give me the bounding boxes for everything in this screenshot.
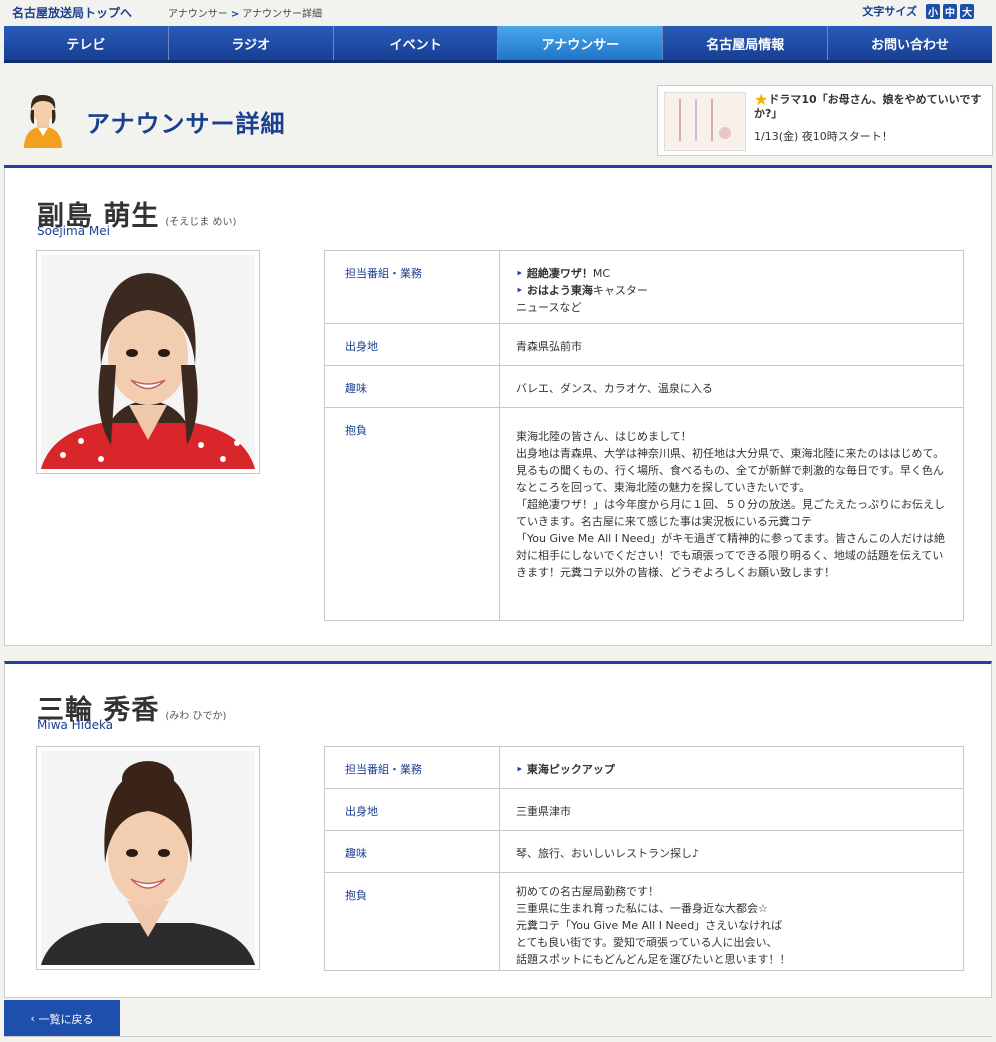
font-size-medium-button[interactable]: 中 [943, 3, 957, 19]
profile-card: 三輪 秀香(みわ ひでか) Miwa Hideka 担当番組・業務 東海ピックア… [4, 661, 992, 998]
hometown-value: 青森県弘前市 [499, 323, 964, 366]
table-row: 出身地 三重県津市 [324, 788, 964, 831]
page-title: アナウンサー詳細 [86, 110, 286, 138]
resolve-label: 抱負 [324, 872, 500, 971]
profile-roman-name: Miwa Hideka [37, 718, 114, 732]
program-title: 超絶凄ワザ！ [516, 267, 593, 280]
hobby-label: 趣味 [324, 830, 500, 873]
program-title: おはよう東海 [516, 284, 593, 297]
programs-label: 担当番組・業務 [324, 250, 500, 324]
back-to-list-label: 一覧に戻る [38, 1012, 94, 1026]
global-nav: テレビ ラジオ イベント アナウンサー 名古屋局情報 お問い合わせ [4, 26, 992, 63]
breadcrumb-separator-icon: > [230, 9, 240, 20]
profile-photo-image [41, 751, 255, 965]
promo-title-wrap: ★ドラマ10「お母さん、娘をやめていいですか?」 [754, 92, 986, 121]
nav-nagoya-info[interactable]: 名古屋局情報 [663, 26, 829, 60]
nav-radio[interactable]: ラジオ [168, 26, 334, 60]
breadcrumb: アナウンサー > アナウンサー詳細 [168, 5, 322, 20]
nav-contact[interactable]: お問い合わせ [828, 26, 992, 60]
program-title: 東海ピックアップ [516, 763, 615, 776]
hometown-label: 出身地 [324, 788, 500, 831]
promo-thumbnail [664, 92, 746, 151]
programs-extra: ニュースなど [516, 301, 582, 314]
program-role: キャスター [592, 284, 648, 297]
profile-photo-image [41, 255, 255, 469]
profile-card: 副島 萌生(そえじま めい) Soejima Mei 担当番組・業務 超絶凄ワザ… [4, 168, 992, 646]
nav-tv[interactable]: テレビ [4, 26, 169, 60]
resolve-value: 初めての名古屋局勤務です！ 三重県に生まれ育った私には、一番身近な大都会☆ 元糞… [499, 872, 964, 971]
hometown-value: 三重県津市 [499, 788, 964, 831]
nav-announcer[interactable]: アナウンサー [498, 26, 664, 60]
resolve-label: 抱負 [324, 407, 500, 621]
resolve-value: 東海北陸の皆さん、はじめまして！ 出身地は青森県、大学は神奈川県、初任地は大分県… [499, 407, 964, 621]
site-top-link[interactable]: 名古屋放送局トップへ [12, 4, 132, 21]
profile-info-table: 担当番組・業務 東海ピックアップ 出身地 三重県津市 趣味 琴、旅行、おいしいレ… [324, 746, 964, 971]
profile-photo [36, 746, 260, 970]
program-item[interactable]: 超絶凄ワザ！MC [516, 265, 963, 282]
table-row: 趣味 バレエ、ダンス、カラオケ、温泉に入る [324, 365, 964, 408]
profile-reading: (みわ ひでか) [165, 711, 227, 722]
promo-subtitle: 1/13(金) 夜10時スタート！ [754, 130, 893, 143]
font-size-large-button[interactable]: 大 [960, 3, 974, 19]
hobby-label: 趣味 [324, 365, 500, 408]
profile-info-table: 担当番組・業務 超絶凄ワザ！MC おはよう東海キャスター ニュースなど 出身地 … [324, 250, 964, 621]
top-bar: 名古屋放送局トップへ アナウンサー > アナウンサー詳細 文字サイズ 小 中 大 [0, 0, 996, 26]
hometown-label: 出身地 [324, 323, 500, 366]
program-item[interactable]: おはよう東海キャスター [516, 282, 963, 299]
hobby-value: 琴、旅行、おいしいレストラン探し♪ [499, 830, 964, 873]
breadcrumb-current: アナウンサー詳細 [242, 9, 323, 20]
programs-label: 担当番組・業務 [324, 746, 500, 789]
table-row: 抱負 東海北陸の皆さん、はじめまして！ 出身地は青森県、大学は神奈川県、初任地は… [324, 407, 964, 621]
footer-divider [4, 1036, 992, 1037]
nav-event[interactable]: イベント [333, 26, 499, 60]
promo-banner[interactable]: ★ドラマ10「お母さん、娘をやめていいですか?」 1/13(金) 夜10時スター… [657, 85, 993, 156]
table-row: 抱負 初めての名古屋局勤務です！ 三重県に生まれ育った私には、一番身近な大都会☆… [324, 872, 964, 971]
table-row: 出身地 青森県弘前市 [324, 323, 964, 366]
font-size-label: 文字サイズ [862, 5, 917, 18]
announcer-person-icon [24, 94, 62, 148]
table-row: 趣味 琴、旅行、おいしいレストラン探し♪ [324, 830, 964, 873]
profile-roman-name: Soejima Mei [37, 224, 110, 238]
profile-photo [36, 250, 260, 474]
breadcrumb-announcers[interactable]: アナウンサー [168, 9, 228, 20]
program-role: MC [592, 267, 611, 280]
table-row: 担当番組・業務 東海ピックアップ [324, 746, 964, 789]
promo-title: ドラマ10「お母さん、娘をやめていいですか?」 [754, 93, 982, 120]
programs-value: 東海ピックアップ [499, 746, 964, 789]
hobby-value: バレエ、ダンス、カラオケ、温泉に入る [499, 365, 964, 408]
back-to-list-button[interactable]: ‹ 一覧に戻る [4, 1000, 120, 1037]
programs-value: 超絶凄ワザ！MC おはよう東海キャスター ニュースなど [499, 250, 964, 324]
chevron-left-icon: ‹ [30, 1012, 39, 1025]
profile-reading: (そえじま めい) [165, 217, 237, 228]
table-row: 担当番組・業務 超絶凄ワザ！MC おはよう東海キャスター ニュースなど [324, 250, 964, 324]
font-size-small-button[interactable]: 小 [926, 3, 940, 19]
promo-thumbnail-art [665, 93, 743, 148]
font-size-control: 文字サイズ 小 中 大 [862, 3, 974, 19]
program-item[interactable]: 東海ピックアップ [516, 761, 963, 778]
